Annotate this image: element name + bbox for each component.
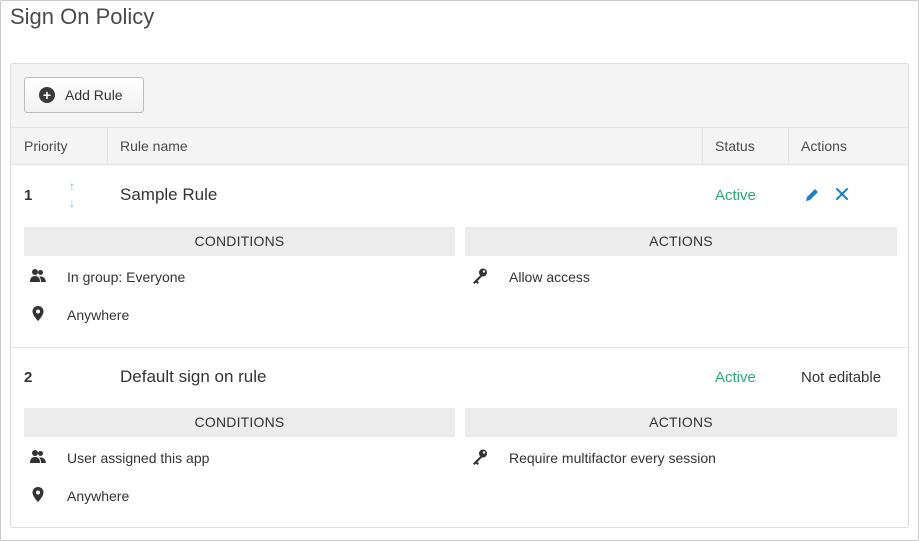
condition-item: Anywhere — [67, 488, 130, 504]
header-divider — [702, 128, 703, 165]
action-item: Allow access — [509, 269, 590, 285]
location-pin-icon — [31, 486, 49, 504]
key-icon — [471, 267, 489, 285]
header-rule-name: Rule name — [120, 138, 188, 154]
plus-circle-icon: + — [39, 87, 55, 103]
header-divider — [107, 128, 108, 165]
status-badge: Active — [715, 187, 756, 204]
rule-name: Sample Rule — [120, 185, 218, 204]
rule-priority: 2 — [24, 369, 33, 386]
add-rule-label: Add Rule — [65, 87, 123, 103]
header-actions: Actions — [801, 138, 847, 154]
conditions-header: CONDITIONS — [24, 227, 455, 256]
rule-row-1: 1 ↑ ↓ Sample Rule Active CONDITIONS ACTIO… — [11, 165, 908, 347]
rule-name: Default sign on rule — [120, 367, 267, 386]
action-item: Require multifactor every session — [509, 450, 716, 466]
user-group-icon — [29, 267, 47, 285]
key-icon — [471, 448, 489, 466]
close-icon[interactable] — [835, 187, 849, 206]
header-status: Status — [715, 138, 755, 154]
header-divider — [788, 128, 789, 165]
toolbar: + Add Rule — [11, 64, 908, 128]
reorder-arrows-icon[interactable]: ↑ ↓ — [66, 178, 78, 212]
rule-priority: 1 — [24, 187, 33, 204]
condition-item: In group: Everyone — [67, 269, 186, 285]
pencil-icon[interactable] — [804, 187, 820, 208]
user-group-icon — [29, 448, 47, 466]
add-rule-button[interactable]: + Add Rule — [24, 77, 144, 113]
conditions-header: CONDITIONS — [24, 408, 455, 437]
condition-item: Anywhere — [67, 307, 130, 323]
table-header: Priority Rule name Status Actions — [11, 128, 908, 165]
page-title: Sign On Policy — [10, 4, 155, 29]
rules-panel: + Add Rule Priority Rule name Status Act… — [10, 63, 909, 528]
condition-item: User assigned this app — [67, 450, 210, 466]
actions-header: ACTIONS — [465, 227, 897, 256]
not-editable-label: Not editable — [801, 369, 882, 386]
status-badge: Active — [715, 369, 756, 386]
rule-row-2: 2 Default sign on rule Active Not editab… — [11, 348, 908, 527]
actions-header: ACTIONS — [465, 408, 897, 437]
header-priority: Priority — [24, 138, 68, 154]
location-pin-icon — [31, 305, 49, 323]
